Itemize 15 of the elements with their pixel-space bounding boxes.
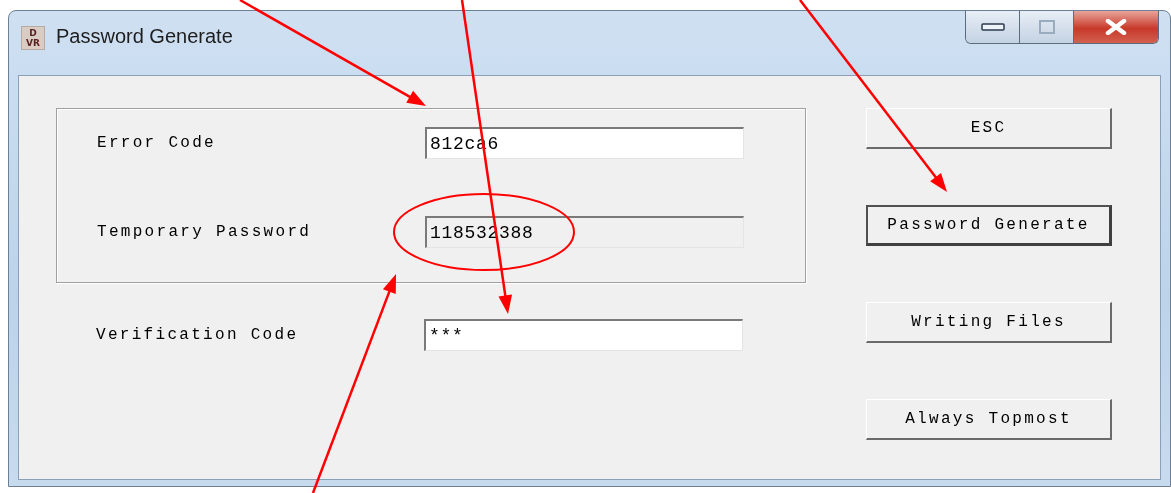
action-button[interactable]: Writing Files <box>866 302 1112 343</box>
minimize-button[interactable] <box>966 11 1020 43</box>
text-field[interactable]: *** <box>424 319 743 351</box>
app-icon: D VR <box>21 26 45 50</box>
window-title: Password Generate <box>56 25 233 48</box>
close-button[interactable] <box>1074 11 1158 43</box>
maximize-icon <box>1038 20 1055 34</box>
minimize-icon <box>980 22 1005 32</box>
field-label: Temporary Password <box>97 223 313 241</box>
action-button[interactable]: ESC <box>866 108 1112 149</box>
field-label: Error Code <box>97 134 217 152</box>
close-icon <box>1105 19 1127 35</box>
field-label: Verification Code <box>96 326 300 344</box>
action-button[interactable]: Password Generate <box>866 205 1112 246</box>
action-button[interactable]: Always Topmost <box>866 399 1112 440</box>
